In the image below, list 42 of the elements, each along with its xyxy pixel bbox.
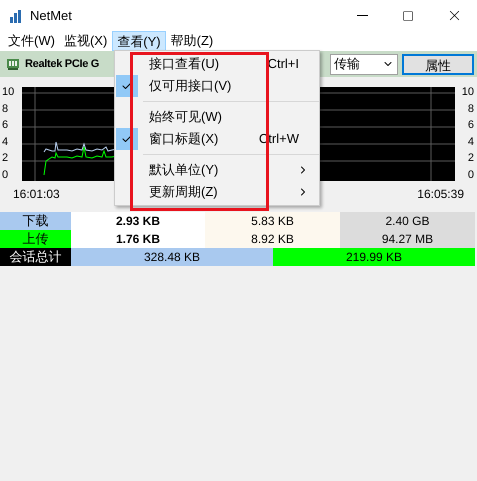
- shortcut-label: Ctrl+I: [268, 55, 299, 74]
- axis-label: 0: [2, 170, 8, 181]
- axis-label: 8: [2, 104, 8, 115]
- row-label: 会话总计: [0, 248, 71, 266]
- axis-label: 8: [468, 104, 474, 115]
- table-cell: 94.27 MB: [340, 230, 475, 248]
- minimize-icon: [356, 15, 368, 16]
- axis-label: 2: [468, 153, 474, 164]
- network-card-icon: [6, 57, 20, 71]
- menu-item[interactable]: 仅可用接口(V): [115, 75, 319, 97]
- axis-label: 2: [2, 153, 8, 164]
- menu-bar-item[interactable]: 监视(X): [60, 31, 112, 51]
- table-cell: 5.83 KB: [205, 212, 340, 230]
- menu-item[interactable]: 始终可见(W): [115, 106, 319, 128]
- axis-label: 4: [468, 136, 474, 148]
- maximize-icon: [402, 10, 414, 22]
- menu-item[interactable]: 默认单位(Y): [115, 159, 319, 181]
- axis-label: 10: [2, 87, 14, 98]
- end-time-label: 16:05:39: [417, 186, 464, 203]
- axis-label: 6: [468, 120, 474, 132]
- table-cell: 219.99 KB: [273, 248, 475, 266]
- menu-bar-item[interactable]: 帮助(Z): [166, 31, 218, 51]
- window-title: NetMet: [30, 6, 72, 25]
- adapter-name: Realtek PCIe G: [25, 56, 100, 72]
- menu-bar-item[interactable]: 文件(W): [4, 31, 59, 51]
- row-label: 下载: [0, 212, 71, 230]
- row-label: 上传: [0, 230, 71, 248]
- menu-bar-item[interactable]: 查看(Y): [112, 31, 166, 51]
- axis-label: 0: [468, 170, 474, 181]
- table-cell: 8.92 KB: [205, 230, 340, 248]
- menu-item[interactable]: 更新周期(Z): [115, 181, 319, 203]
- table-cell: 328.48 KB: [71, 248, 273, 266]
- start-time-label: 16:01:03: [13, 186, 60, 203]
- axis-label: 4: [2, 136, 8, 148]
- table-cell: 2.93 KB: [71, 212, 205, 230]
- table-cell: 2.40 GB: [340, 212, 475, 230]
- properties-button[interactable]: 属性: [402, 54, 474, 74]
- axis-label: 6: [2, 120, 8, 132]
- mode-select[interactable]: 传输: [330, 54, 398, 74]
- axis-label: 10: [462, 87, 474, 98]
- table-cell: 1.76 KB: [71, 230, 205, 248]
- app-icon: [8, 8, 24, 24]
